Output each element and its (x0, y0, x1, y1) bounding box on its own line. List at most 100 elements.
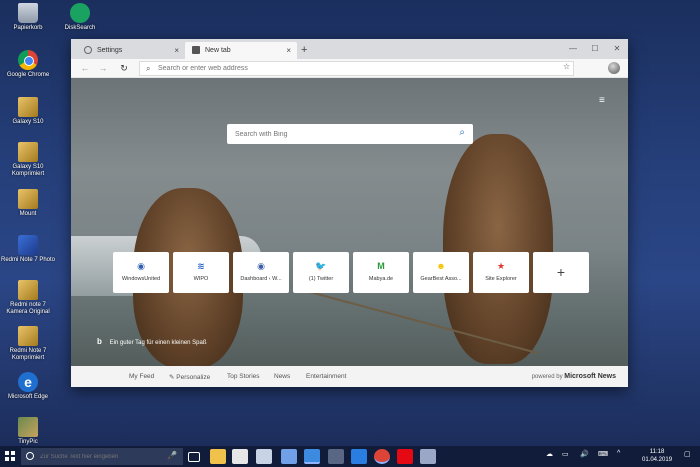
top-site-tile[interactable]: ☻ GearBest Asso... (413, 252, 469, 293)
disksearch-icon (70, 3, 90, 23)
feed-tab-top-stories[interactable]: Top Stories (227, 373, 260, 380)
search-icon: ⌕ (146, 64, 151, 73)
refresh-button[interactable]: ↻ (116, 61, 132, 76)
site-explorer-icon: ★ (496, 261, 506, 271)
forward-button[interactable]: → (95, 61, 111, 76)
new-tab-button[interactable]: + (301, 42, 307, 59)
file-explorer-icon[interactable] (210, 449, 226, 464)
tray-language-icon[interactable]: ⌨ (598, 450, 608, 458)
desktop-icon-edge[interactable]: e Microsoft Edge (0, 372, 56, 401)
tray-cloud-icon[interactable]: ☁ (546, 450, 553, 458)
desktop-icon-label: Google Chrome (6, 72, 50, 78)
feed-personalize-button[interactable]: ✎ Personalize (169, 373, 210, 381)
bing-logo-icon: b (97, 337, 102, 346)
gear-icon (84, 46, 92, 54)
favorite-star-icon[interactable]: ☆ (563, 62, 570, 71)
add-site-button[interactable]: + (533, 252, 589, 293)
teamviewer-icon[interactable] (351, 449, 367, 464)
windows-start-icon[interactable] (5, 451, 15, 461)
tray-chevron-icon[interactable]: ^ (617, 450, 620, 457)
back-button[interactable]: ← (77, 61, 93, 76)
chrome-taskbar-icon[interactable] (374, 449, 390, 464)
snipping-tool-icon[interactable] (420, 449, 436, 464)
people-icon[interactable] (281, 449, 297, 464)
powered-brand: Microsoft News (564, 373, 616, 380)
folder-icon (18, 97, 38, 117)
desktop-icon-disksearch[interactable]: DiskSearch (52, 3, 108, 32)
task-view-icon[interactable] (188, 452, 200, 462)
close-window-button[interactable]: ✕ (606, 39, 628, 59)
notification-icon[interactable]: ▢ (684, 450, 691, 458)
close-tab-icon[interactable]: × (286, 42, 291, 59)
desktop-icon-galaxy-s10-komprimiert[interactable]: Galaxy S10 Komprimiert (0, 142, 56, 178)
desktop-icon-label: Mount (19, 211, 37, 217)
hamburger-menu-icon[interactable]: ≡ (599, 96, 608, 106)
microphone-icon[interactable]: 🎤 (167, 451, 177, 460)
desktop-icon-label: Redmi Note 7 Photo (0, 257, 56, 263)
cortana-icon (26, 452, 34, 460)
taskbar-search-input[interactable] (40, 451, 160, 462)
tray-network-icon[interactable]: ▭ (562, 450, 569, 458)
address-bar[interactable]: ⌕ (139, 61, 574, 76)
desktop-icon-redmi-kamera[interactable]: Redmi note 7 Kamera Original (0, 280, 56, 316)
desktop-icon-mount[interactable]: Mount (0, 189, 56, 218)
top-site-tile[interactable]: ◉ Dashboard ‹ W... (233, 252, 289, 293)
desktop-icon-redmi-komprimiert[interactable]: Redmi Note 7 Komprimiert (0, 326, 56, 362)
profile-avatar[interactable] (608, 62, 620, 74)
bing-search-input[interactable] (235, 128, 445, 140)
tile-label: Mabya.de (368, 276, 394, 282)
close-tab-icon[interactable]: × (174, 42, 179, 59)
feed-tab-entertainment[interactable]: Entertainment (306, 373, 346, 380)
clock-time: 11:18 (649, 449, 665, 455)
netflix-icon[interactable] (397, 449, 413, 464)
tab-label: New tab (205, 47, 231, 54)
terminal-icon[interactable] (328, 449, 344, 464)
tagline-text: Ein guter Tag für einen kleinen Spaß (109, 340, 207, 346)
search-icon[interactable]: ⌕ (459, 127, 465, 138)
tile-label: (1) Twitter (308, 276, 334, 282)
desktop-icon-label: Microsoft Edge (7, 394, 49, 400)
tab-settings[interactable]: Settings × (77, 42, 185, 59)
top-site-tile[interactable]: ◉ WindowsUnited (113, 252, 169, 293)
taskbar-search-box[interactable]: 🎤 (21, 448, 183, 465)
tray-volume-icon[interactable]: 🔊 (580, 450, 589, 458)
phone-photo-icon (18, 235, 38, 255)
taskbar-clock[interactable]: 11:18 01.04.2019 (642, 448, 672, 464)
desktop-icon-chrome[interactable]: Google Chrome (0, 50, 56, 79)
picture-icon (18, 417, 38, 437)
desktop-icon-label: Galaxy S10 Komprimiert (11, 164, 45, 177)
wipo-icon: ≋ (197, 261, 205, 271)
powered-prefix: powered by (531, 374, 563, 380)
feed-tab-my-feed[interactable]: My Feed (129, 373, 154, 380)
mail-icon[interactable] (256, 449, 272, 464)
bing-search-box[interactable]: ⌕ (227, 124, 473, 144)
maximize-button[interactable]: ☐ (584, 39, 606, 59)
edge-icon: e (18, 372, 38, 392)
top-site-tile[interactable]: ★ Site Explorer (473, 252, 529, 293)
desktop-icon-label: DiskSearch (64, 25, 96, 31)
desktop-icon-redmi-photo[interactable]: Redmi Note 7 Photo (0, 235, 56, 264)
wordpress-dashboard-icon: ◉ (257, 261, 265, 271)
store-icon[interactable] (232, 449, 248, 464)
desktop-icon-label: TinyPic (18, 439, 38, 445)
desktop-icon-galaxy-s10[interactable]: Galaxy S10 (0, 97, 56, 126)
tile-label: Site Explorer (485, 276, 517, 282)
desktop-icon-recycle-bin[interactable]: Papierkorb (0, 3, 56, 32)
top-site-tile[interactable]: 🐦 (1) Twitter (293, 252, 349, 293)
new-tab-page: ≡ ⌕ ◉ WindowsUnited ≋ WIPO ◉ Dashboard ‹… (71, 78, 628, 387)
feed-tab-news[interactable]: News (274, 373, 290, 380)
clock-date: 01.04.2019 (642, 457, 673, 463)
minimize-button[interactable]: — (562, 39, 584, 59)
address-input[interactable] (158, 63, 558, 74)
tab-label: Settings (97, 47, 123, 54)
news-feed-bar: My Feed ✎ Personalize Top Stories News E… (71, 366, 628, 387)
bing-tagline[interactable]: b Ein guter Tag für einen kleinen Spaß (97, 337, 207, 346)
tab-new-tab[interactable]: New tab × (185, 42, 297, 59)
browser-toolbar: ← → ↻ ⌕ ☆ (71, 59, 628, 78)
gearbest-icon: ☻ (436, 261, 446, 271)
top-site-tile[interactable]: M Mabya.de (353, 252, 409, 293)
top-site-tile[interactable]: ≋ WIPO (173, 252, 229, 293)
desktop-icon-tinypic[interactable]: TinyPic (0, 417, 56, 446)
tile-label: GearBest Asso... (420, 276, 462, 282)
edge-taskbar-icon[interactable] (304, 449, 320, 464)
